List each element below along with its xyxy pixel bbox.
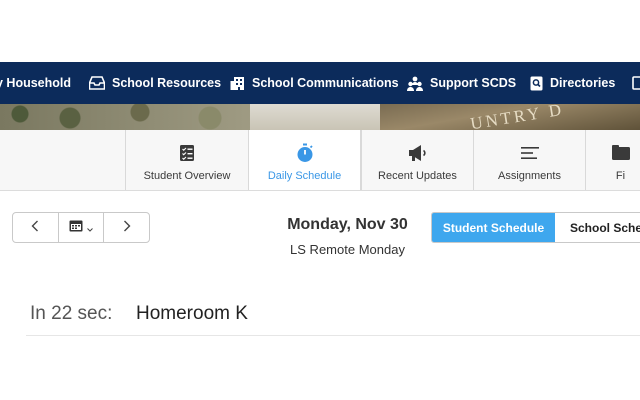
schedule-date-title: Monday, Nov 30 [287,216,408,233]
tab-student-overview[interactable]: Student Overview [125,130,248,190]
tab-files-truncated[interactable]: Fi [585,130,640,190]
school-banner-image: UNTRY D [0,104,640,130]
nav-label: School Resources [112,76,222,90]
top-navigation-bar: y Household School Resources School Comm… [0,62,640,104]
inbox-tray-icon [89,76,105,90]
next-class-name[interactable]: Homeroom K [136,303,248,325]
banner-trees [0,104,260,130]
nav-directories[interactable]: Directories [530,62,615,104]
nav-school-communications[interactable]: School Communications [230,62,399,104]
tab-daily-schedule[interactable]: Daily Schedule [248,130,361,190]
nav-more-truncated[interactable] [632,62,640,104]
folder-icon [611,143,630,163]
student-schedule-button[interactable]: Student Schedule [432,213,555,242]
next-class-row: In 22 sec: Homeroom K [26,298,640,336]
next-day-button[interactable] [104,213,149,242]
calendar-picker-button[interactable] [59,213,105,242]
tab-assignments[interactable]: Assignments [473,130,585,190]
nav-support-scds[interactable]: Support SCDS [407,62,516,104]
chevron-right-icon [123,219,131,237]
calendar-icon [69,219,83,237]
search-book-icon [530,76,543,91]
tab-label: Recent Updates [378,170,457,182]
chevron-down-icon [87,219,93,237]
tab-label: Student Overview [143,170,231,182]
schedule-day-name: LS Remote Monday [290,242,405,257]
nav-school-resources[interactable]: School Resources [89,62,221,104]
lines-icon [520,143,539,163]
tab-label: Daily Schedule [267,170,342,182]
checklist-icon [179,143,195,163]
student-tab-bar: Student Overview Daily Schedule Recent U… [0,130,640,191]
previous-day-button[interactable] [13,213,59,242]
building-icon [230,76,245,91]
tab-label: Fi [615,170,626,182]
stopwatch-icon [296,143,314,163]
nav-label: Support SCDS [430,76,517,90]
school-schedule-button[interactable]: School Schedu [555,213,640,242]
nav-label: y Household [0,76,72,90]
banner-sky [250,104,400,130]
date-navigation-group [12,212,150,243]
nav-label: School Communications [252,76,399,90]
countdown-label: In 22 sec: [30,303,113,324]
nav-my-household[interactable]: y Household [0,62,71,104]
tab-recent-updates[interactable]: Recent Updates [361,130,473,190]
chevron-left-icon [31,219,39,237]
tab-label: Assignments [498,170,561,182]
megaphone-icon [408,143,428,163]
nav-label: Directories [550,76,616,90]
people-group-icon [407,76,423,91]
truncated-icon [632,76,640,90]
schedule-type-toggle: Student Schedule School Schedu [431,212,640,243]
